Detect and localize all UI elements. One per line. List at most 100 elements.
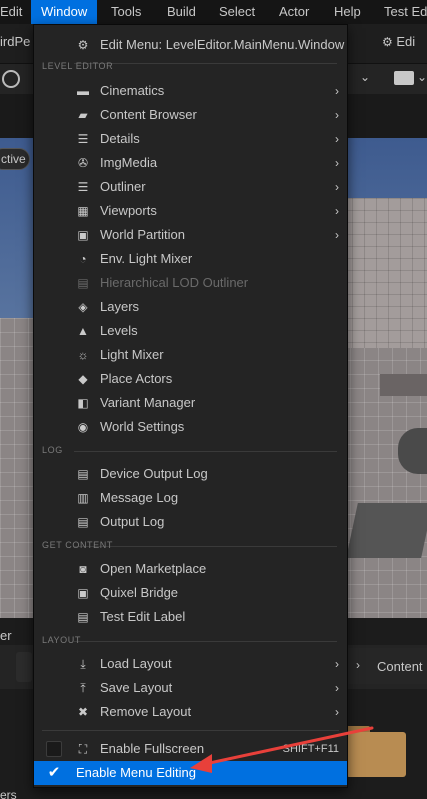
submenu-arrow-icon: ›	[335, 204, 339, 218]
menu-item-load-layout[interactable]: ⤓ Load Layout ›	[34, 652, 347, 676]
remove-layout-icon: ✖	[77, 705, 89, 719]
menu-item-message-log[interactable]: ▥ Message Log	[34, 486, 347, 510]
menu-divider	[74, 546, 337, 547]
menu-actor[interactable]: Actor	[279, 0, 309, 24]
submenu-arrow-icon: ›	[335, 156, 339, 170]
bottom-tab-label[interactable]: er	[0, 628, 12, 643]
menu-item-env-light-mixer[interactable]: ◔ Env. Light Mixer	[34, 247, 347, 271]
menu-item-place-actors[interactable]: ◆ Place Actors	[34, 367, 347, 391]
submenu-arrow-icon: ›	[335, 180, 339, 194]
menu-test-edit[interactable]: Test Ed	[384, 0, 427, 24]
section-log: LOG	[42, 445, 63, 455]
edit-settings-icon: ⚙	[382, 35, 393, 49]
folder-search-icon: ▰	[78, 108, 88, 122]
menu-item-remove-layout[interactable]: ✖ Remove Layout ›	[34, 700, 347, 724]
menu-item-layers[interactable]: ◈ Layers	[34, 295, 347, 319]
menu-item-world-partition[interactable]: ▣ World Partition ›	[34, 223, 347, 247]
checkmark-icon[interactable]: ✔	[46, 765, 62, 781]
menu-item-cinematics[interactable]: ▬ Cinematics ›	[34, 79, 347, 103]
sources-toggle-button[interactable]	[16, 652, 32, 682]
menu-edit[interactable]: Edit	[0, 0, 22, 24]
device-log-icon: ▤	[77, 467, 89, 481]
film-reel-icon: ✇	[77, 156, 89, 170]
output-log-icon: ▤	[77, 515, 89, 529]
test-icon: ▤	[77, 610, 89, 624]
viewport-mode-pill[interactable]: ctive	[0, 148, 30, 170]
menu-item-save-layout[interactable]: ⤒ Save Layout ›	[34, 676, 347, 700]
gear-icon: ⚙	[77, 38, 89, 52]
menu-divider	[42, 730, 339, 731]
levels-icon: ▲	[77, 324, 89, 338]
menu-item-variant-manager[interactable]: ◧ Variant Manager	[34, 391, 347, 415]
edit-toolbar-label: Edi	[396, 34, 416, 49]
fullscreen-icon: ⛶	[78, 742, 88, 756]
folder-icon[interactable]	[346, 732, 406, 777]
menu-divider	[74, 63, 337, 64]
submenu-arrow-icon: ›	[335, 657, 339, 671]
level-tab-label[interactable]: irdPe	[0, 34, 30, 49]
world-partition-icon: ▣	[77, 228, 89, 242]
viewport-wall	[340, 198, 427, 348]
bottom-list-label: ers	[0, 788, 17, 799]
details-list-icon: ☰	[77, 132, 89, 146]
menu-item-device-output-log[interactable]: ▤ Device Output Log	[34, 462, 347, 486]
menu-divider	[74, 451, 337, 452]
menu-item-details[interactable]: ☰ Details ›	[34, 127, 347, 151]
fullscreen-shortcut: SHIFT+F11	[282, 743, 339, 755]
menu-bar: Edit Window Tools Build Select Actor Hel…	[0, 0, 427, 24]
section-level-editor: LEVEL EDITOR	[42, 61, 114, 71]
submenu-arrow-icon: ›	[335, 132, 339, 146]
mode-dropdown-chevron-icon[interactable]: ⌄	[360, 70, 370, 84]
outliner-icon: ☰	[77, 180, 89, 194]
menu-item-open-marketplace[interactable]: ◙ Open Marketplace	[34, 557, 347, 581]
content-path-label: Content	[377, 659, 423, 674]
viewports-grid-icon: ▦	[77, 204, 89, 218]
world-settings-icon: ◉	[77, 420, 89, 434]
edit-menu-item[interactable]: ⚙ Edit Menu: LevelEditor.MainMenu.Window	[34, 33, 347, 57]
save-layout-icon: ⤒	[80, 681, 86, 695]
menu-select[interactable]: Select	[219, 0, 255, 24]
menu-item-world-settings[interactable]: ◉ World Settings	[34, 415, 347, 439]
bridge-icon: ▣	[77, 586, 89, 600]
clapperboard-icon: ▬	[77, 84, 89, 98]
select-mode-icon[interactable]	[2, 70, 20, 88]
submenu-arrow-icon: ›	[335, 84, 339, 98]
submenu-arrow-icon: ›	[335, 108, 339, 122]
menu-tools[interactable]: Tools	[111, 0, 141, 24]
edit-toolbar-button[interactable]: ⚙ Edi	[382, 34, 415, 49]
menu-window[interactable]: Window	[31, 0, 98, 24]
menu-item-imgmedia[interactable]: ✇ ImgMedia ›	[34, 151, 347, 175]
menu-item-light-mixer[interactable]: ☼ Light Mixer	[34, 343, 347, 367]
section-get-content: GET CONTENT	[42, 540, 113, 550]
menu-item-quixel-bridge[interactable]: ▣ Quixel Bridge	[34, 581, 347, 605]
message-log-icon: ▥	[77, 491, 89, 505]
place-actors-icon: ◆	[78, 372, 88, 386]
variant-manager-icon: ◧	[77, 396, 89, 410]
menu-item-enable-menu-editing[interactable]: ✔ Enable Menu Editing	[34, 761, 347, 785]
light-mixer-icon: ◔	[79, 252, 87, 266]
menu-item-viewports[interactable]: ▦ Viewports ›	[34, 199, 347, 223]
menu-help[interactable]: Help	[334, 0, 361, 24]
menu-item-test-edit-label[interactable]: ▤ Test Edit Label	[34, 605, 347, 629]
window-menu-dropdown: ⚙ Edit Menu: LevelEditor.MainMenu.Window…	[33, 24, 348, 788]
menu-item-outliner[interactable]: ☰ Outliner ›	[34, 175, 347, 199]
menu-build[interactable]: Build	[167, 0, 196, 24]
menu-item-levels[interactable]: ▲ Levels	[34, 319, 347, 343]
viewport-cylinder	[398, 428, 427, 474]
menu-item-output-log[interactable]: ▤ Output Log	[34, 510, 347, 534]
hlod-icon: ▤	[77, 276, 89, 290]
submenu-arrow-icon: ›	[335, 681, 339, 695]
viewport-shadow-block	[346, 503, 427, 558]
menu-divider	[74, 641, 337, 642]
menu-item-enable-fullscreen[interactable]: ⛶ Enable Fullscreen SHIFT+F11	[34, 737, 347, 761]
section-layout: LAYOUT	[42, 635, 81, 645]
marketplace-icon: ◙	[79, 562, 87, 576]
load-layout-icon: ⤓	[80, 657, 86, 671]
fullscreen-checkbox[interactable]	[46, 741, 62, 757]
submenu-arrow-icon: ›	[335, 705, 339, 719]
path-chevron-icon: ›	[356, 658, 360, 672]
layers-icon: ◈	[78, 300, 88, 314]
cinematics-toolbar-icon[interactable]	[394, 71, 414, 85]
cinematics-dropdown-chevron-icon[interactable]: ⌄	[417, 70, 427, 84]
menu-item-content-browser[interactable]: ▰ Content Browser ›	[34, 103, 347, 127]
